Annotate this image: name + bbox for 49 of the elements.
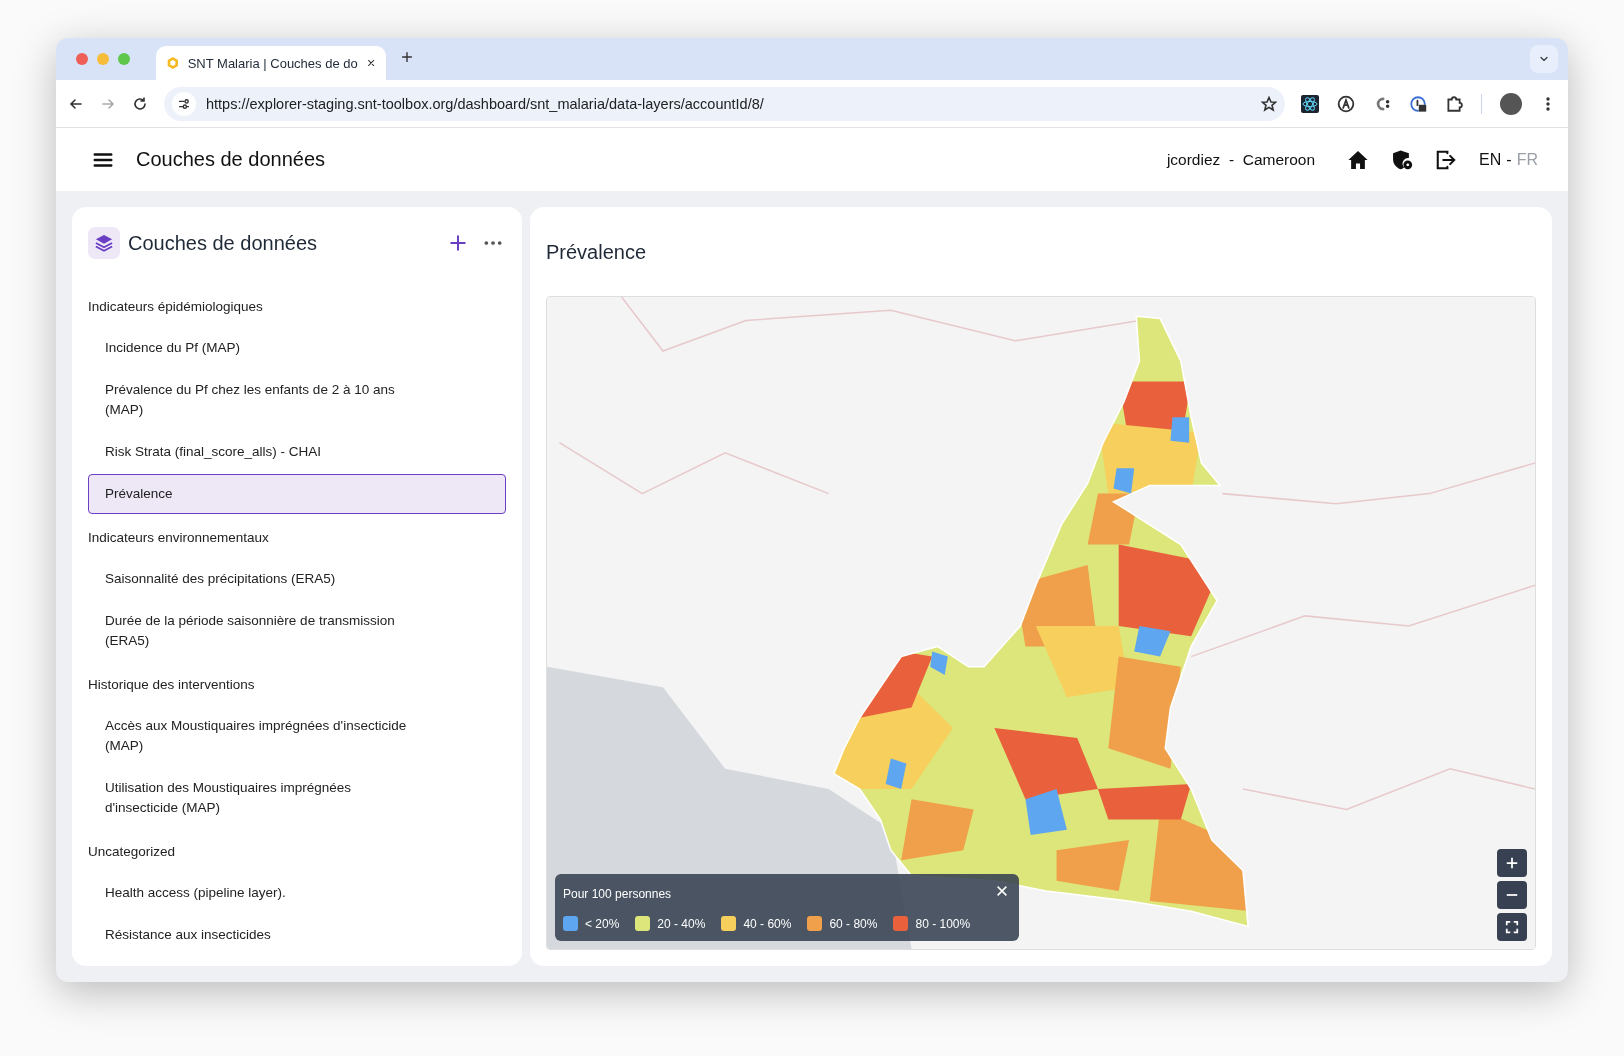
- logout-icon[interactable]: [1435, 148, 1458, 171]
- category-heading: Historique des interventions: [88, 676, 256, 694]
- new-tab-icon[interactable]: [400, 50, 414, 64]
- layers-icon: [88, 227, 120, 259]
- layer-item[interactable]: Accès aux Moustiquaires imprégnées d'insecticide (MAP): [88, 706, 443, 766]
- legend-label: 40 - 60%: [743, 916, 792, 931]
- legend-label: 60 - 80%: [829, 916, 878, 931]
- layer-item[interactable]: Durée de la période saisonnière de transmission (ERA5): [88, 601, 443, 661]
- more-horizontal-icon: [484, 241, 502, 245]
- legend-title: Pour 100 personnes: [563, 887, 672, 901]
- layer-item[interactable]: Prévalence du Pf chez les enfants de 2 à 10 ans (MAP): [88, 370, 443, 430]
- reload-icon[interactable]: [132, 95, 148, 112]
- zoom-out-button[interactable]: [1497, 881, 1527, 909]
- profile-avatar[interactable]: [1500, 92, 1522, 115]
- category-heading: Uncategorized: [88, 843, 177, 861]
- user-account-label: jcordiez - Cameroon: [1166, 150, 1316, 169]
- shield-icon[interactable]: [1391, 148, 1414, 171]
- atom-icon[interactable]: [1301, 94, 1319, 113]
- category-heading: Indicateurs épidémiologiques: [88, 298, 264, 316]
- fullscreen-button[interactable]: [1497, 913, 1527, 941]
- language-separator: -: [1506, 150, 1512, 169]
- browser-tab[interactable]: SNT Malaria | Couches de do: [156, 46, 386, 80]
- site-settings-icon[interactable]: [177, 96, 191, 111]
- layer-item[interactable]: Incidence du Pf (MAP): [88, 328, 443, 368]
- panel-title: Couches de données: [128, 231, 319, 255]
- map-title: Prévalence: [546, 241, 648, 264]
- legend-label: 20 - 40%: [657, 916, 706, 931]
- layer-item[interactable]: Résistance aux insecticides: [88, 915, 443, 955]
- layer-item[interactable]: Risk Strata (final_score_alls) - CHAI: [88, 432, 443, 472]
- address-bar[interactable]: https://explorer-staging.snt-toolbox.org/dashboard/snt_malaria/data-layers/accountId/8/: [164, 86, 1285, 121]
- plus-icon: [448, 233, 468, 253]
- map-drawing[interactable]: [547, 297, 1535, 949]
- layer-item[interactable]: Prévalence: [88, 474, 506, 514]
- star-icon[interactable]: [1261, 95, 1277, 112]
- plus-icon: [1505, 856, 1519, 870]
- layer-item[interactable]: Utilisation des Moustiquaires imprégnées d'insecticide (MAP): [88, 768, 443, 828]
- page-title: Couches de données: [136, 148, 327, 171]
- puzzle-icon[interactable]: [1445, 94, 1463, 113]
- fullscreen-icon: [1505, 920, 1519, 934]
- layer-item[interactable]: Saisonnalité des précipitations (ERA5): [88, 559, 443, 599]
- hexagon-icon: [166, 55, 180, 71]
- close-window-button[interactable]: [76, 53, 88, 65]
- zoom-in-button[interactable]: [1497, 849, 1527, 877]
- category-heading: Indicateurs environnementaux: [88, 529, 270, 547]
- legend-label: 80 - 100%: [915, 916, 971, 931]
- circled-a-icon[interactable]: [1337, 94, 1355, 113]
- layer-item[interactable]: Health access (pipeline layer).: [88, 873, 443, 913]
- language-option[interactable]: EN: [1479, 150, 1502, 169]
- legend-label: < 20%: [585, 916, 620, 931]
